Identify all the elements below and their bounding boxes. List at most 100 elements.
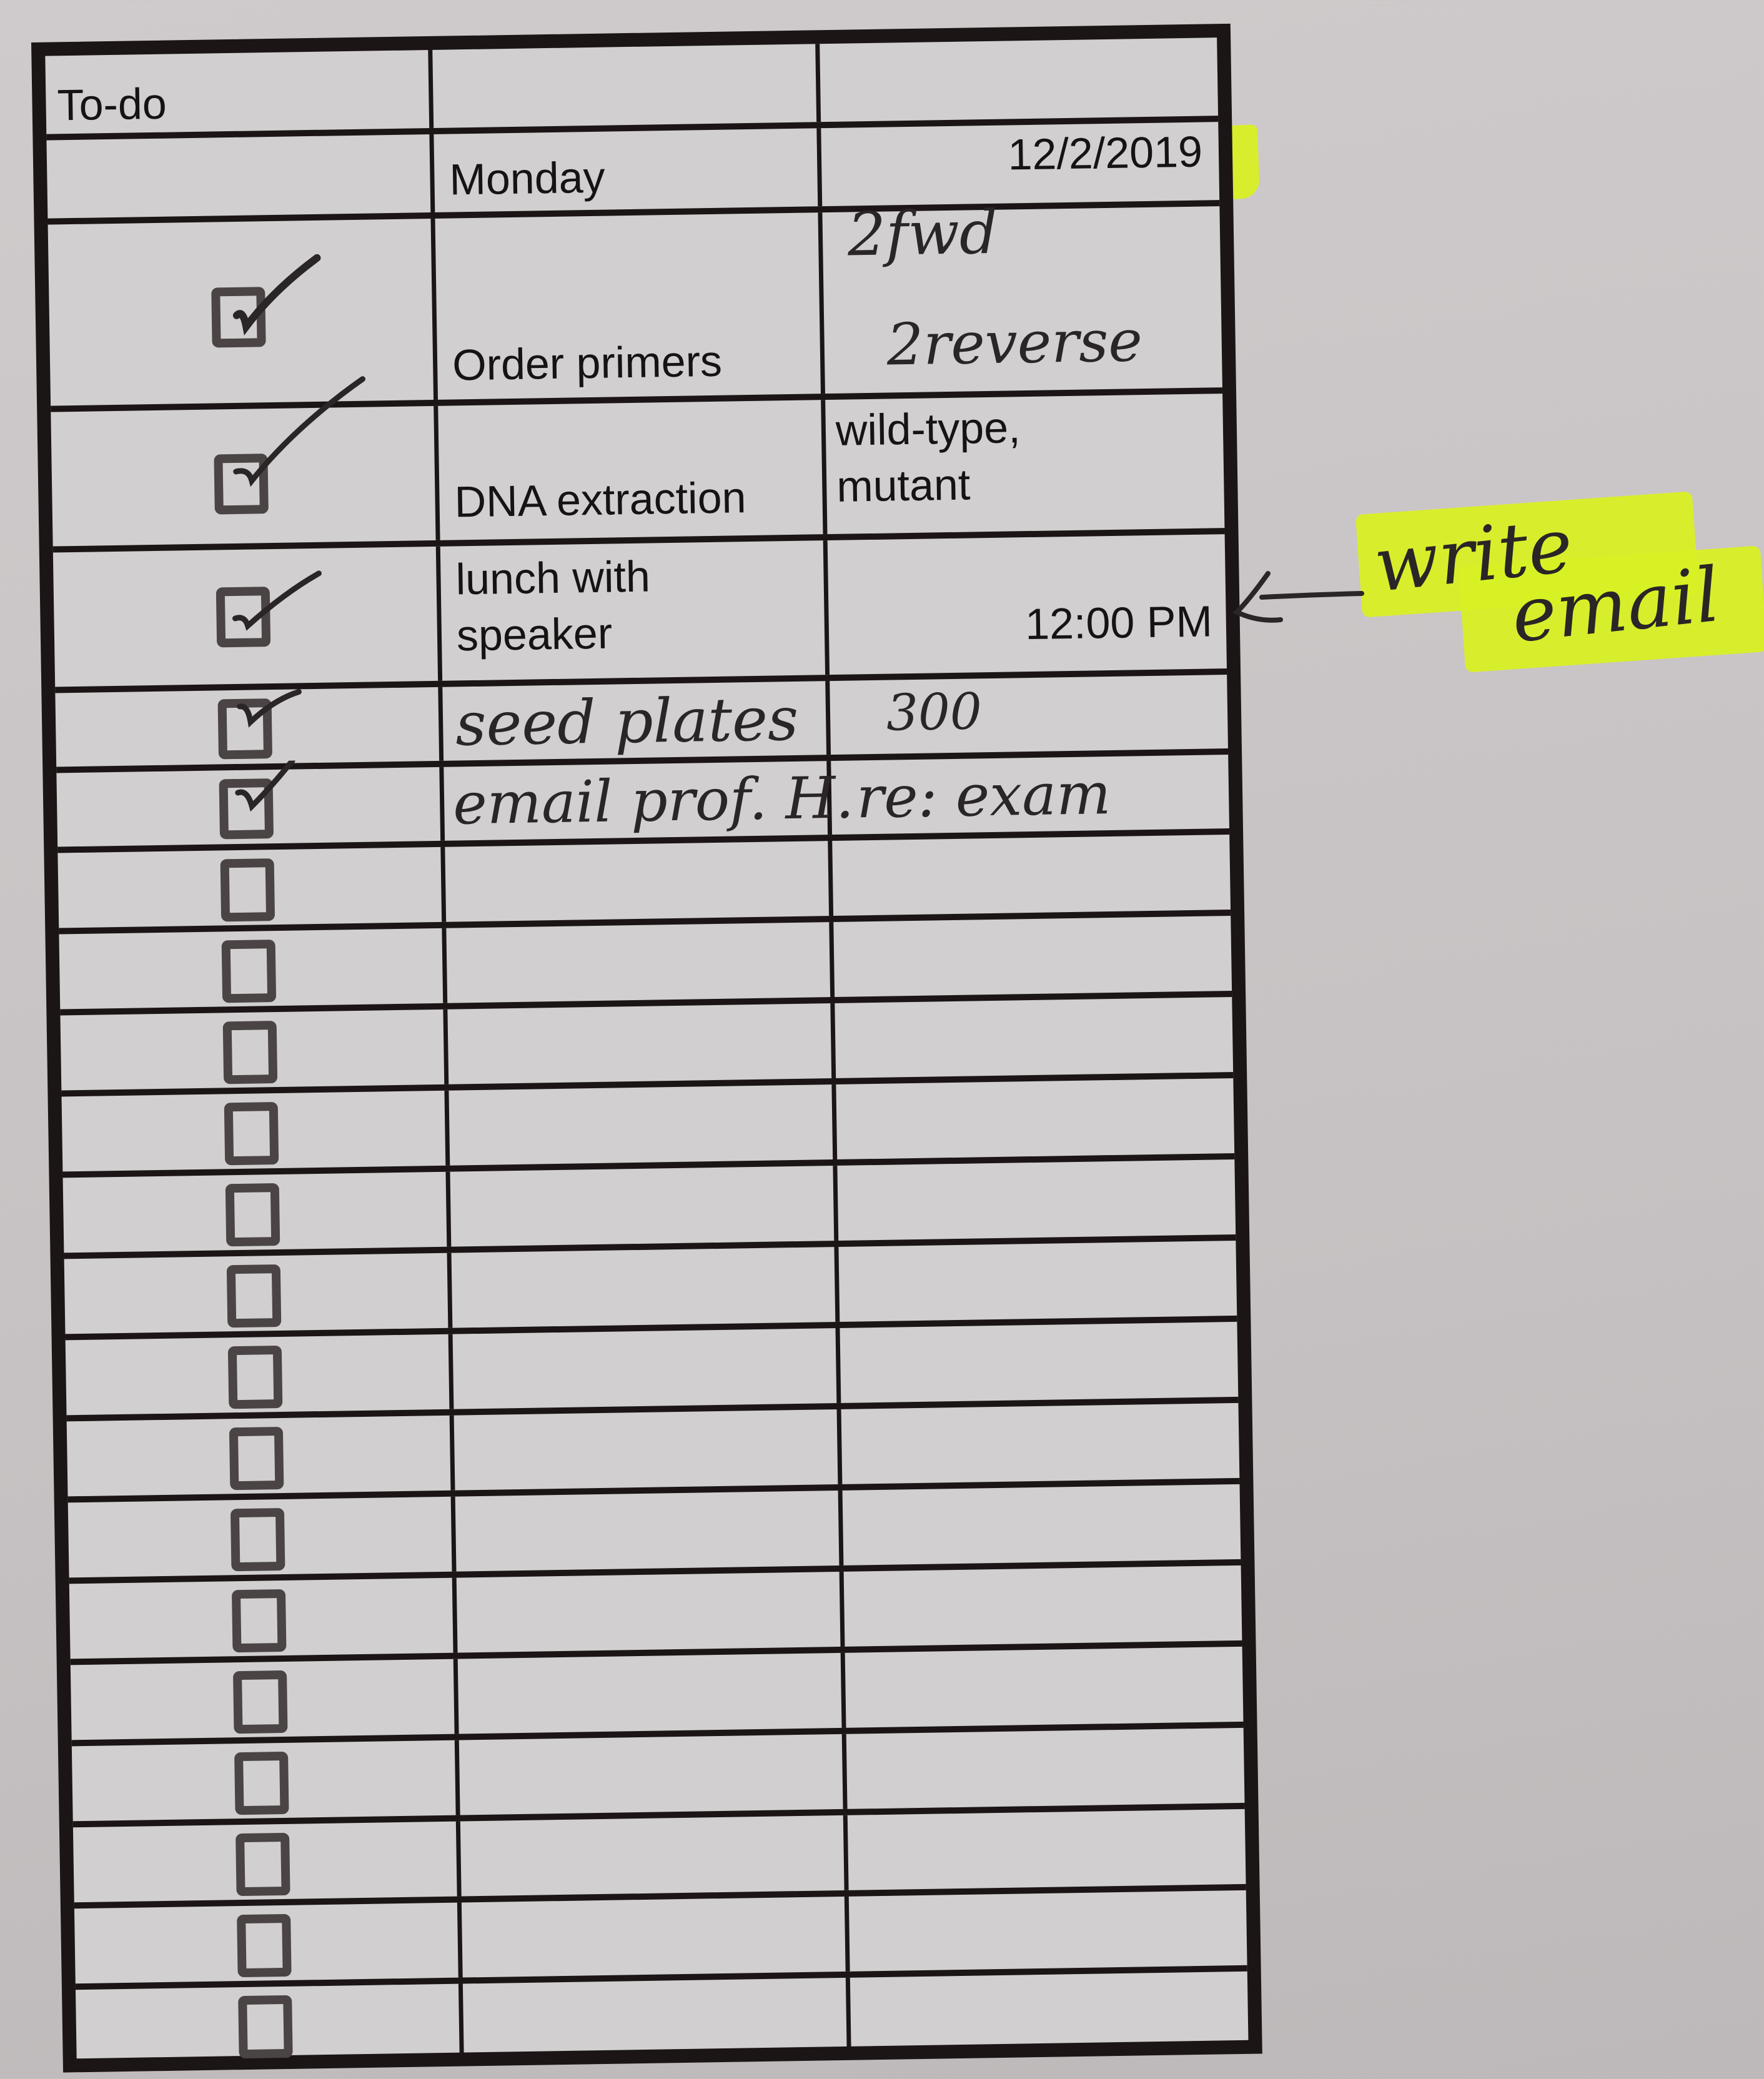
notes-cell[interactable] [849, 1890, 1247, 1972]
notes-cell: 300 [830, 675, 1228, 755]
task-label-line: lunch with [455, 552, 651, 604]
checkbox-unchecked[interactable] [231, 1589, 287, 1653]
checkbox-cell [62, 1171, 452, 1253]
date-row-empty-cell [46, 134, 435, 219]
task-cell: seed plates [442, 681, 831, 761]
notes-cell[interactable] [836, 1078, 1234, 1159]
handwritten-note: 2reverse [886, 307, 1143, 379]
left-arrow-icon [1232, 571, 1364, 623]
date-cell: 12/2/2019 [821, 122, 1219, 206]
checkbox-unchecked[interactable] [220, 858, 275, 922]
notes-cell[interactable] [838, 1241, 1237, 1322]
task-cell[interactable] [453, 1409, 843, 1491]
checkbox-cell [59, 928, 448, 1010]
task-cell[interactable] [450, 1165, 839, 1247]
note-line: wild-type, [835, 403, 1021, 455]
checkbox-unchecked[interactable] [234, 1751, 289, 1815]
notes-cell[interactable] [846, 1728, 1245, 1809]
task-label: DNA extraction [454, 473, 747, 527]
checkbox-unchecked[interactable] [237, 1913, 292, 1978]
checkbox-cell [51, 376, 440, 547]
notes-cell[interactable] [835, 997, 1233, 1078]
day-cell: Monday [434, 128, 823, 212]
checkbox-unchecked[interactable] [226, 1264, 282, 1328]
notes-cell[interactable] [840, 1322, 1238, 1403]
task-cell[interactable] [452, 1327, 841, 1409]
checkbox-cell [57, 846, 447, 928]
task-cell[interactable] [457, 1652, 846, 1734]
notes-cell: wild-type, mutant [825, 394, 1224, 534]
task-cell[interactable] [455, 1490, 844, 1572]
notes-cell[interactable] [843, 1484, 1241, 1565]
checkbox-unchecked[interactable] [232, 1670, 288, 1734]
day-label: Monday [448, 152, 606, 204]
checkbox-cell [55, 687, 444, 767]
notes-cell[interactable] [833, 916, 1232, 997]
checkbox-cell [64, 1253, 453, 1334]
notes-cell[interactable] [844, 1565, 1242, 1647]
checkbox-unchecked[interactable] [227, 1345, 283, 1409]
checkbox-unchecked[interactable] [235, 1832, 290, 1897]
checkbox-unchecked[interactable] [224, 1102, 279, 1166]
header-empty-cell [820, 37, 1218, 122]
task-cell[interactable] [462, 1977, 851, 2065]
date-label: 12/2/2019 [1007, 127, 1203, 179]
task-cell[interactable] [445, 841, 834, 922]
notes-cell: 2fwd 2reverse [822, 197, 1222, 394]
checkbox-unchecked[interactable] [222, 1021, 278, 1084]
checkbox-unchecked[interactable] [221, 940, 277, 1003]
handwritten-note: 300 [886, 682, 983, 742]
task-cell[interactable] [448, 1084, 838, 1166]
checkmark-icon [232, 570, 322, 631]
checkbox-cell [52, 546, 443, 687]
checkbox-cell [72, 1821, 462, 1903]
handwritten-task: email prof. H. [452, 764, 855, 838]
checkbox-cell [71, 1740, 460, 1822]
checkbox-unchecked[interactable] [229, 1426, 284, 1491]
checkbox-cell [74, 1902, 463, 1984]
notes-cell: re: exam [831, 755, 1229, 835]
task-cell[interactable] [447, 1003, 836, 1084]
task-label-line: speaker [456, 608, 613, 660]
header-title-cell: To-do [45, 49, 434, 134]
notes-cell: 12:00 PM [828, 534, 1227, 675]
notes-cell[interactable] [832, 835, 1231, 916]
checkbox-cell [56, 760, 445, 847]
handwritten-task: seed plates [455, 683, 799, 760]
notes-cell[interactable] [837, 1159, 1236, 1241]
checkmark-icon [233, 376, 366, 487]
notes-cell[interactable] [848, 1809, 1246, 1890]
task-row: DNA extraction wild-type, mutant [51, 376, 1225, 553]
note-line: mutant [836, 460, 971, 511]
checkbox-cell [60, 1009, 449, 1091]
checkbox-cell [65, 1334, 454, 1416]
task-cell: email prof. H. [443, 761, 855, 841]
checkbox-unchecked[interactable] [230, 1507, 285, 1572]
task-cell: lunch with speaker [440, 540, 830, 681]
checkbox-unchecked[interactable] [238, 1995, 293, 2059]
task-cell: Order primers [435, 212, 825, 400]
checkbox-cell [70, 1659, 459, 1740]
checkbox-unchecked[interactable] [225, 1183, 280, 1247]
task-cell[interactable] [461, 1896, 850, 1978]
notes-cell[interactable] [845, 1647, 1244, 1728]
time-note: 12:00 PM [1024, 597, 1213, 649]
notes-cell[interactable] [841, 1403, 1240, 1484]
header-empty-cell [432, 44, 821, 128]
task-cell[interactable] [458, 1734, 848, 1815]
checkbox-cell [69, 1577, 458, 1659]
todo-table: To-do Monday 12/2/2019 Order primers 2fw… [31, 23, 1262, 2073]
header-title: To-do [56, 79, 167, 130]
notes-cell[interactable] [850, 1972, 1249, 2059]
task-label: Order primers [452, 336, 723, 390]
checkbox-cell [66, 1415, 455, 1497]
handwritten-note: 2fwd [847, 197, 999, 270]
task-cell[interactable] [456, 1571, 845, 1653]
checkbox-cell [67, 1496, 457, 1578]
checkmark-icon [232, 254, 321, 336]
task-cell[interactable] [451, 1246, 840, 1328]
task-cell[interactable] [446, 922, 835, 1003]
checkbox-cell [61, 1090, 450, 1172]
task-cell[interactable] [460, 1815, 849, 1897]
task-row: lunch with speaker 12:00 PM [52, 534, 1227, 693]
